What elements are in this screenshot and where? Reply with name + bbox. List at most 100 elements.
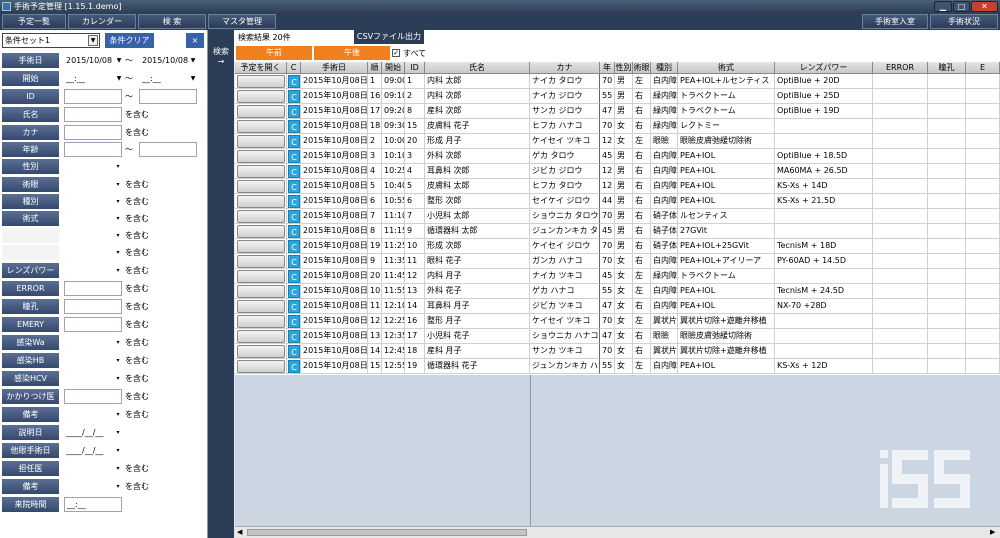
table-row[interactable]: C 2015年10月08日 11 12:10 14 耳鼻科 月子 ジビカ ツキコ 47 女右白内… (235, 299, 1000, 314)
menu-calendar[interactable]: カレンダー (68, 14, 136, 29)
chevron-down-icon[interactable]: ▾ (113, 245, 123, 260)
column-header[interactable]: レンズパワー (775, 62, 873, 74)
chevron-down-icon[interactable]: ▾ (113, 371, 123, 386)
field-input[interactable] (64, 125, 122, 140)
column-header[interactable]: 種別 (651, 62, 678, 74)
c-button[interactable]: C (288, 345, 300, 358)
chevron-down-icon[interactable]: ▾ (113, 263, 123, 278)
field-input[interactable] (64, 389, 122, 404)
field-select[interactable] (64, 228, 120, 243)
field-select[interactable] (64, 177, 120, 192)
table-row[interactable]: C 2015年10月08日 6 10:55 6 整形 次郎 セイケイ ジロウ 44 男右白内障 P… (235, 194, 1000, 209)
chevron-down-icon[interactable]: ▼ (88, 35, 98, 46)
c-button[interactable]: C (288, 225, 300, 238)
open-schedule-button[interactable] (237, 240, 285, 253)
field-select[interactable] (64, 407, 120, 422)
field-select[interactable] (64, 461, 120, 476)
c-button[interactable]: C (288, 270, 300, 283)
chevron-down-icon[interactable]: ▾ (113, 228, 123, 243)
table-row[interactable]: C 2015年10月08日 3 10:10 3 外科 次郎 ゲカ タロウ 45 男右白内障 PEA… (235, 149, 1000, 164)
c-button[interactable]: C (288, 330, 300, 343)
table-row[interactable]: C 2015年10月08日 10 11:55 13 外科 花子 ゲカ ハナコ 55 女左白内障 P… (235, 284, 1000, 299)
table-row[interactable]: C 2015年10月08日 14 12:45 18 産科 月子 サンカ ツキコ 70 女右翼状片… (235, 344, 1000, 359)
column-header[interactable]: ERROR (873, 62, 928, 74)
chevron-down-icon[interactable]: ▾ (113, 353, 123, 368)
c-button[interactable]: C (288, 150, 300, 163)
chevron-down-icon[interactable]: ▾ (113, 335, 123, 350)
table-row[interactable]: C 2015年10月08日 13 12:35 17 小児科 花子 ショウニカ ハナコ 47 女右… (235, 329, 1000, 344)
field-input[interactable] (64, 317, 122, 332)
column-header[interactable]: 瞳孔 (928, 62, 966, 74)
menu-search[interactable]: 検 索 (138, 14, 206, 29)
c-button[interactable]: C (288, 195, 300, 208)
chevron-down-icon[interactable]: ▾ (113, 443, 123, 458)
chevron-down-icon[interactable]: ▼ (114, 71, 124, 86)
open-schedule-button[interactable] (237, 225, 285, 238)
field-from[interactable] (64, 142, 122, 157)
table-row[interactable]: C 2015年10月08日 17 09:20 8 産科 次郎 サンカ ジロウ 47 男右緑内障ト… (235, 104, 1000, 119)
c-button[interactable]: C (288, 105, 300, 118)
c-button[interactable]: C (288, 240, 300, 253)
c-button[interactable]: C (288, 300, 300, 313)
field-to[interactable]: 2015/10/08 (140, 53, 192, 68)
scroll-thumb[interactable] (247, 529, 527, 536)
field-date[interactable]: ____/__/__ (64, 425, 116, 440)
c-button[interactable]: C (288, 255, 300, 268)
open-schedule-button[interactable] (237, 255, 285, 268)
open-schedule-button[interactable] (237, 210, 285, 223)
open-schedule-button[interactable] (237, 75, 285, 88)
c-button[interactable]: C (288, 75, 300, 88)
field-select[interactable] (64, 194, 120, 209)
table-row[interactable]: C2015年10月08日811:159循環器科 太郎ジュンカンキカ タロウ45男… (235, 224, 1000, 239)
condition-set-select[interactable]: 条件セット1 (2, 33, 100, 48)
field-to[interactable] (139, 89, 197, 104)
table-row[interactable]: C 2015年10月08日 4 10:25 4 耳鼻科 次郎 ジビカ ジロウ 12 男右白内障 P… (235, 164, 1000, 179)
field-from[interactable]: __:__ (64, 71, 119, 86)
chevron-down-icon[interactable]: ▾ (113, 461, 123, 476)
field-select[interactable] (64, 159, 120, 174)
scroll-right-icon[interactable]: ▶ (990, 528, 995, 536)
table-row[interactable]: C 2015年10月08日 19 11:25 10 形成 次郎 ケイセイ ジロウ 70 男右硝子… (235, 239, 1000, 254)
column-header[interactable]: ID (405, 62, 425, 74)
c-button[interactable]: C (288, 180, 300, 193)
chevron-down-icon[interactable]: ▼ (188, 53, 198, 68)
chevron-down-icon[interactable]: ▾ (113, 479, 123, 494)
search-button[interactable]: 検索 → (208, 30, 234, 538)
table-row[interactable]: C 2015年10月08日 20 11:45 12 内科 月子 ナイカ ツキコ 45 女左緑内障… (235, 269, 1000, 284)
field-time[interactable]: __:__ (64, 497, 122, 512)
open-schedule-button[interactable] (237, 90, 285, 103)
column-header[interactable]: 術式 (678, 62, 775, 74)
clear-conditions-button[interactable]: 条件クリア (105, 33, 154, 48)
chevron-down-icon[interactable]: ▼ (188, 71, 198, 86)
open-schedule-button[interactable] (237, 300, 285, 313)
c-button[interactable]: C (288, 285, 300, 298)
field-select[interactable] (64, 353, 120, 368)
field-input[interactable] (64, 299, 122, 314)
column-header[interactable]: 氏名 (425, 62, 530, 74)
minimize-button[interactable]: ▁ (934, 1, 952, 12)
c-button[interactable]: C (288, 165, 300, 178)
close-window-button[interactable]: ✕ (971, 1, 998, 12)
horizontal-scrollbar[interactable]: ◀ ▶ (235, 526, 1000, 538)
column-header[interactable]: カナ (530, 62, 600, 74)
open-schedule-button[interactable] (237, 165, 285, 178)
field-select[interactable] (64, 263, 120, 278)
open-schedule-button[interactable] (237, 135, 285, 148)
chevron-down-icon[interactable]: ▾ (113, 194, 123, 209)
table-row[interactable]: C2015年10月08日1512:5519循環器科 花子ジュンカンキカ ハナコ5… (235, 359, 1000, 374)
field-select[interactable] (64, 479, 120, 494)
column-header[interactable]: 性別 (615, 62, 633, 74)
open-schedule-button[interactable] (237, 345, 285, 358)
open-schedule-button[interactable] (237, 150, 285, 163)
table-row[interactable]: C 2015年10月08日 18 09:30 15 皮膚科 花子 ヒフカ ハナコ 70 女右緑内… (235, 119, 1000, 134)
field-input[interactable] (64, 107, 122, 122)
field-date[interactable]: ____/__/__ (64, 443, 116, 458)
column-header[interactable]: 年 (600, 62, 615, 74)
table-row[interactable]: C 2015年10月08日 12 12:25 16 整形 月子 ケイセイ ツキコ 70 女左翼状… (235, 314, 1000, 329)
c-button[interactable]: C (288, 315, 300, 328)
menu-schedule-list[interactable]: 予定一覧 (2, 14, 66, 29)
all-checkbox[interactable]: ✓ (392, 49, 400, 57)
open-schedule-button[interactable] (237, 360, 285, 373)
open-schedule-button[interactable] (237, 195, 285, 208)
menu-or-entry[interactable]: 手術室入室 (862, 14, 928, 29)
